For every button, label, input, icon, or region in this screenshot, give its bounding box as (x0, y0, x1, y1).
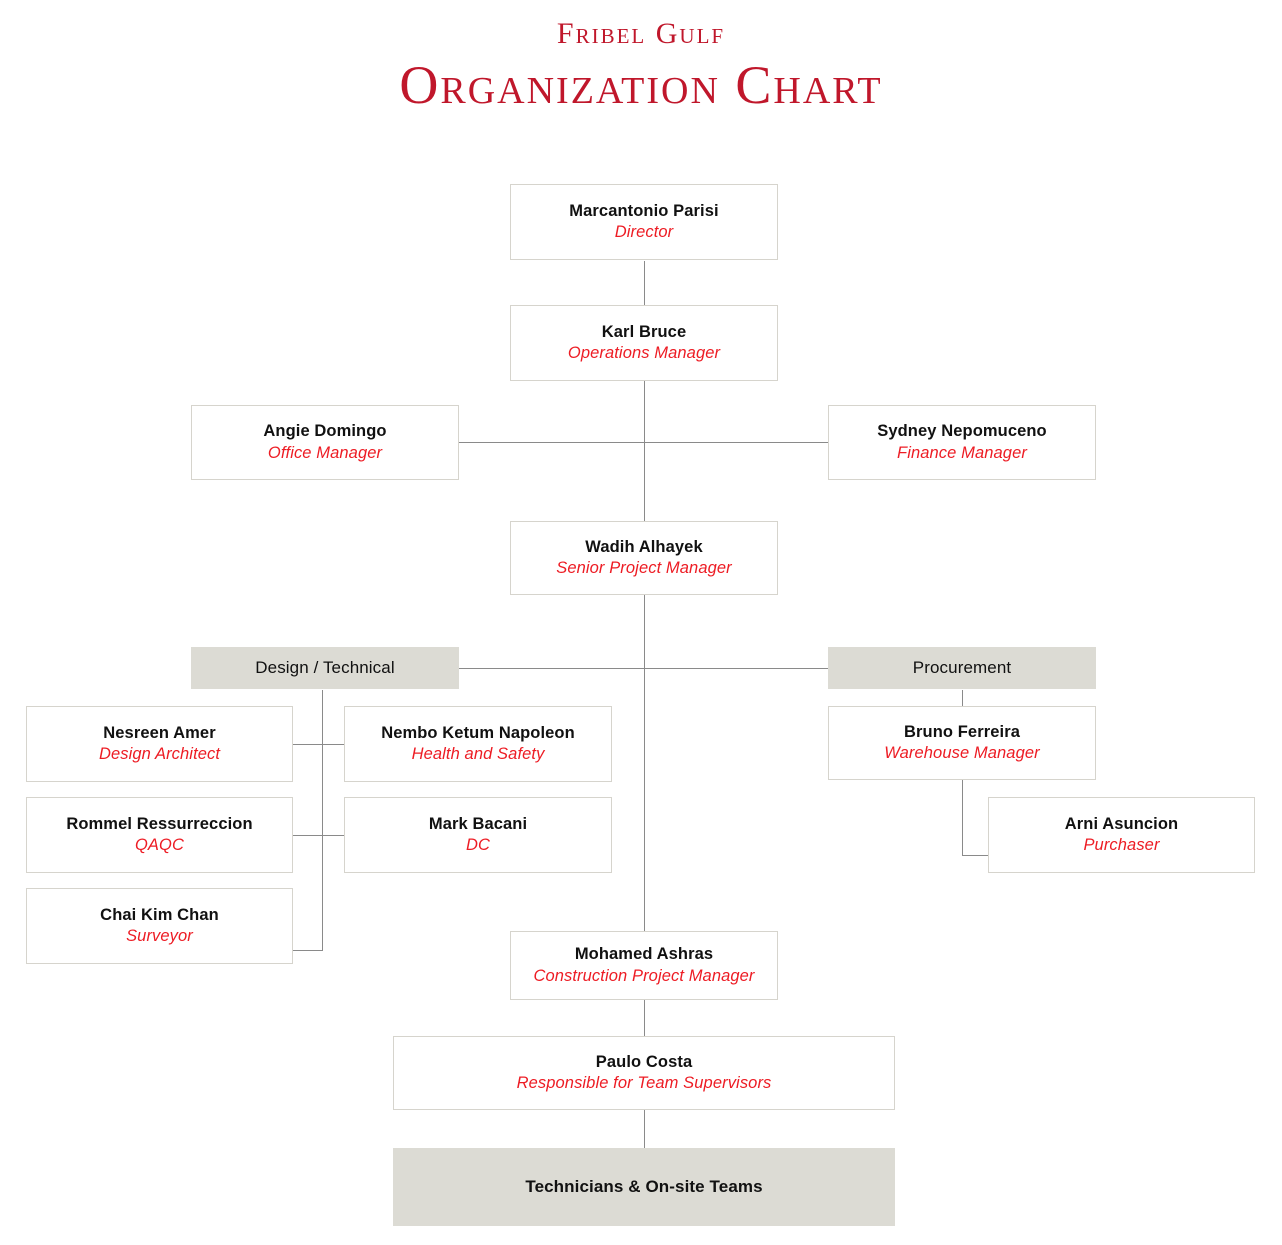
node-role: Warehouse Manager (884, 744, 1040, 762)
connector-seniorpm-procurement (644, 668, 829, 669)
node-department-design-technical[interactable]: Design / Technical (191, 647, 459, 689)
node-name: Paulo Costa (595, 1052, 693, 1071)
page-title: Organization Chart (399, 54, 883, 115)
connector-operations-office (459, 442, 645, 443)
node-document-control[interactable]: Mark Bacani DC (344, 797, 612, 873)
node-role: Office Manager (267, 443, 383, 462)
node-role: QAQC (135, 836, 184, 854)
connector-design-spine (322, 690, 323, 950)
node-purchaser[interactable]: Arni Asuncion Purchaser (988, 797, 1255, 873)
node-role: Health and Safety (411, 745, 545, 763)
connector-constructionpm-supervisors (644, 1000, 645, 1036)
connector-design-qaqc (293, 835, 323, 836)
node-role: Construction Project Manager (533, 966, 755, 985)
node-director[interactable]: Marcantonio Parisi Director (510, 184, 778, 260)
node-department-procurement[interactable]: Procurement (828, 647, 1096, 689)
node-name: Mark Bacani (428, 814, 528, 833)
node-name: Mohamed Ashras (574, 945, 714, 964)
node-surveyor[interactable]: Chai Kim Chan Surveyor (26, 888, 293, 964)
node-role: Surveyor (126, 927, 193, 945)
node-name: Marcantonio Parisi (569, 201, 719, 220)
connector-operations-finance (644, 442, 829, 443)
node-qaqc[interactable]: Rommel Ressurreccion QAQC (26, 797, 293, 873)
node-name: Wadih Alhayek (585, 537, 703, 556)
node-senior-project-manager[interactable]: Wadih Alhayek Senior Project Manager (510, 521, 778, 595)
node-role: Purchaser (1083, 836, 1160, 854)
node-name: Design / Technical (255, 658, 395, 678)
company-name: Fribel Gulf (556, 17, 726, 50)
org-chart-canvas: Fribel Gulf Organization Chart Marcanton… (0, 0, 1282, 1245)
node-office-manager[interactable]: Angie Domingo Office Manager (191, 405, 459, 480)
node-name: Procurement (912, 658, 1012, 678)
node-name: Rommel Ressurreccion (66, 814, 253, 833)
node-role: Responsible for Team Supervisors (516, 1074, 772, 1092)
node-team-supervisors[interactable]: Paulo Costa Responsible for Team Supervi… (393, 1036, 895, 1110)
connector-warehouse-purchaser-v (962, 779, 963, 856)
node-design-architect[interactable]: Nesreen Amer Design Architect (26, 706, 293, 782)
node-name: Bruno Ferreira (903, 722, 1020, 741)
node-role: Operations Manager (567, 344, 721, 362)
node-name: Technicians & On-site Teams (525, 1177, 763, 1197)
node-warehouse-manager[interactable]: Bruno Ferreira Warehouse Manager (828, 706, 1096, 780)
connector-operations-spine (644, 381, 645, 521)
connector-design-surveyor (293, 950, 323, 951)
node-role: DC (465, 836, 491, 854)
node-health-and-safety[interactable]: Nembo Ketum Napoleon Health and Safety (344, 706, 612, 782)
node-name: Nembo Ketum Napoleon (381, 723, 575, 742)
node-name: Sydney Nepomuceno (877, 422, 1047, 441)
node-technicians-onsite-teams[interactable]: Technicians & On-site Teams (393, 1148, 895, 1226)
connector-design-dc (322, 835, 344, 836)
node-finance-manager[interactable]: Sydney Nepomuceno Finance Manager (828, 405, 1096, 480)
chart-title-block: Fribel Gulf Organization Chart (0, 18, 1282, 116)
node-operations-manager[interactable]: Karl Bruce Operations Manager (510, 305, 778, 381)
node-name: Angie Domingo (263, 422, 387, 441)
node-name: Arni Asuncion (1064, 814, 1179, 833)
connector-director-operations (644, 261, 645, 305)
connector-design-architect (293, 744, 323, 745)
connector-seniorpm-design (459, 668, 645, 669)
connector-warehouse-purchaser-h (962, 855, 989, 856)
node-role: Finance Manager (897, 443, 1027, 462)
node-role: Senior Project Manager (556, 559, 732, 577)
connector-seniorpm-spine (644, 595, 645, 931)
node-construction-project-manager[interactable]: Mohamed Ashras Construction Project Mana… (510, 931, 778, 1000)
connector-supervisors-teams (644, 1110, 645, 1148)
node-name: Karl Bruce (601, 322, 687, 341)
connector-design-hse (322, 744, 344, 745)
node-role: Director (614, 223, 674, 241)
node-name: Nesreen Amer (103, 723, 216, 742)
node-role: Design Architect (98, 745, 221, 763)
node-name: Chai Kim Chan (100, 905, 219, 924)
